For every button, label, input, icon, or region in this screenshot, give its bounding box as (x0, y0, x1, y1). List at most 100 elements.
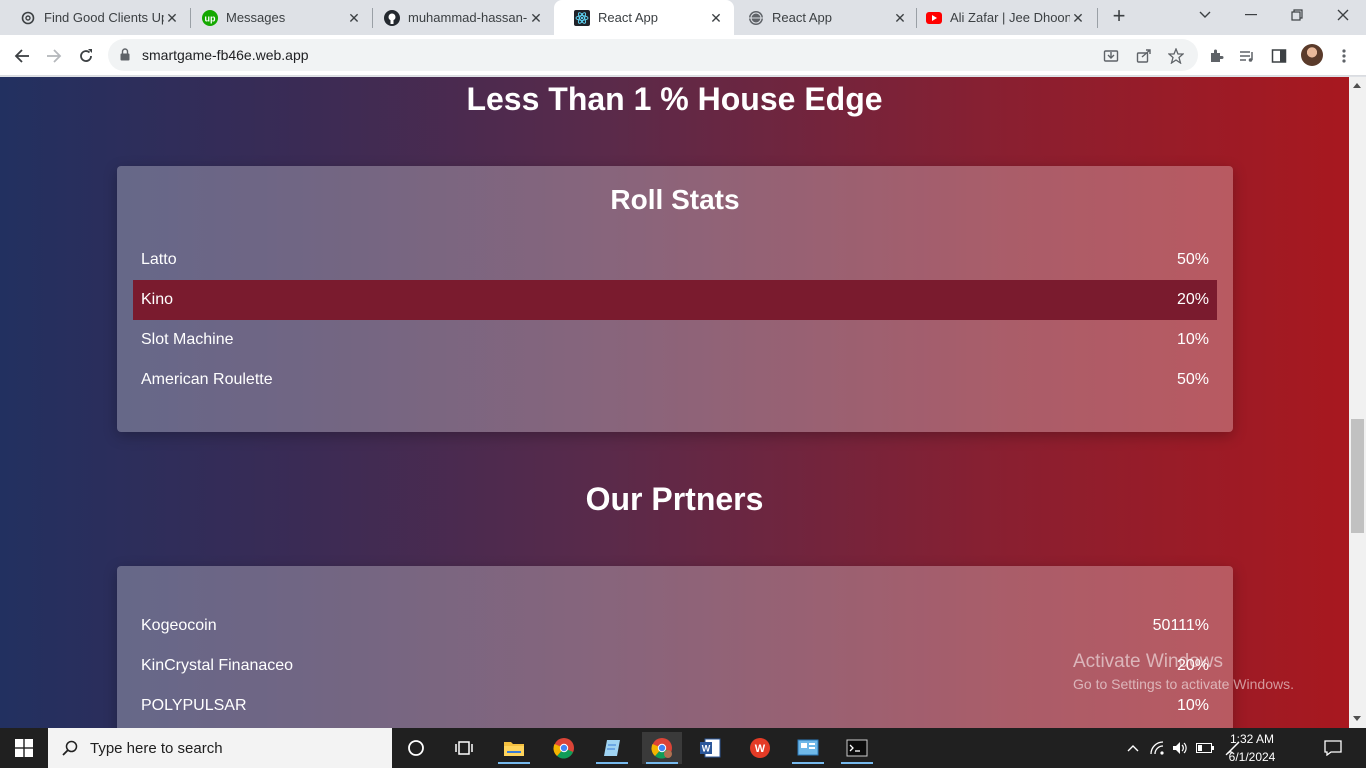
partner-row: Kogeocoin 50111% (133, 606, 1217, 646)
page-scrollbar[interactable] (1349, 77, 1366, 728)
forward-button[interactable] (41, 43, 67, 69)
chrome-profile-active-icon[interactable] (642, 732, 682, 764)
install-app-icon[interactable] (1098, 43, 1124, 69)
tab-title: Messages (226, 10, 286, 25)
svg-text:W: W (755, 743, 766, 755)
network-icon[interactable] (1148, 728, 1168, 768)
media-controls-icon[interactable] (1234, 43, 1260, 69)
roll-stats-title: Roll Stats (610, 184, 740, 215)
cortana-icon[interactable] (396, 732, 436, 764)
tab-react-app-active[interactable]: React App ✕ (554, 0, 734, 35)
extensions-icon[interactable] (1203, 43, 1229, 69)
close-tab-icon[interactable]: ✕ (708, 10, 724, 26)
openai-icon (20, 10, 36, 26)
address-bar[interactable]: smartgame-fb46e.web.app (108, 39, 1198, 71)
partner-row: KinCrystal Finanaceo 20% (133, 646, 1217, 686)
roll-stats-row: American Roulette 50% (133, 360, 1217, 400)
row-name: Kino (141, 291, 174, 308)
scroll-up-arrow[interactable] (1353, 83, 1361, 88)
notification-icon[interactable] (1322, 728, 1344, 768)
start-button[interactable] (4, 732, 44, 764)
tab-youtube[interactable]: Ali Zafar | Jee Dhoond ✕ (906, 0, 1096, 35)
restore-button[interactable] (1274, 0, 1320, 30)
clock-time: 1:32 AM (1229, 732, 1275, 746)
partner-name: POLYPULSAR (141, 697, 247, 714)
youtube-icon (926, 10, 942, 26)
wps-office-icon[interactable]: W (740, 732, 780, 764)
row-value: 50% (1176, 251, 1209, 268)
new-tab-button[interactable]: + (1107, 5, 1131, 29)
tab-search-icon[interactable] (1182, 0, 1228, 30)
word-icon[interactable]: W (690, 732, 730, 764)
windows-taskbar: Type here to search W W 1:32 AM 6/1/2024 (0, 728, 1366, 768)
partners-heading: Our Prtners (585, 481, 764, 517)
partner-name: KinCrystal Finanaceo (141, 657, 294, 674)
row-value: 10% (1176, 331, 1209, 348)
tab-title: React App (598, 10, 658, 25)
roll-stats-row: Slot Machine 10% (133, 320, 1217, 360)
tab-title: Find Good Clients Upw (44, 10, 164, 25)
tab-title: muhammad-hassan-m (408, 10, 528, 25)
control-panel-icon[interactable] (788, 732, 828, 764)
roll-stats-row-highlighted: Kino 20% (133, 280, 1217, 320)
row-name: Slot Machine (141, 331, 234, 348)
chevron-up-icon[interactable] (1124, 728, 1142, 768)
reload-button[interactable] (73, 43, 99, 69)
row-value: 20% (1176, 291, 1209, 308)
battery-icon[interactable] (1194, 728, 1216, 768)
bookmark-star-icon[interactable] (1163, 43, 1189, 69)
volume-icon[interactable] (1170, 728, 1190, 768)
partner-row: POLYPULSAR 10% (133, 686, 1217, 726)
globe-icon (748, 10, 764, 26)
activate-windows-title: Activate Windows (1073, 651, 1223, 672)
clock-date: 6/1/2024 (1228, 750, 1276, 764)
roll-stats-row: Latto 50% (133, 240, 1217, 280)
scrollbar-thumb[interactable] (1351, 419, 1364, 533)
partners-card: Kogeocoin 50111% KinCrystal Finanaceo 20… (117, 566, 1233, 728)
tab-find-good-clients[interactable]: Find Good Clients Upw ✕ (0, 0, 190, 35)
system-clock[interactable]: 1:32 AM 6/1/2024 (1220, 730, 1284, 766)
minimize-button[interactable] (1228, 0, 1274, 30)
close-tab-icon[interactable]: ✕ (164, 10, 180, 26)
upwork-icon: up (202, 9, 218, 26)
partner-value: 10% (1176, 697, 1209, 714)
taskbar-search[interactable]: Type here to search (48, 728, 392, 768)
tab-react-app[interactable]: React App ✕ (728, 0, 918, 35)
github-icon (384, 9, 400, 26)
search-icon (62, 740, 78, 756)
tab-title: Ali Zafar | Jee Dhoond (950, 10, 1070, 25)
activate-windows-subtitle: Go to Settings to activate Windows. (1073, 676, 1294, 692)
chrome-icon[interactable] (544, 732, 584, 764)
row-name: Latto (141, 251, 177, 268)
tab-github[interactable]: muhammad-hassan-m ✕ (364, 0, 554, 35)
svg-text:up: up (205, 13, 216, 23)
tab-title: React App (772, 10, 832, 25)
profile-avatar[interactable] (1301, 44, 1323, 66)
react-icon (574, 9, 590, 26)
side-panel-icon[interactable] (1266, 43, 1292, 69)
back-button[interactable] (9, 43, 35, 69)
tab-messages[interactable]: up Messages ✕ (182, 0, 372, 35)
notepad-icon[interactable] (592, 732, 632, 764)
share-icon[interactable] (1131, 43, 1157, 69)
row-name: American Roulette (141, 371, 273, 388)
close-window-button[interactable] (1320, 0, 1366, 30)
row-value: 50% (1176, 371, 1209, 388)
page-viewport: Less Than 1 % House Edge Roll Stats Latt… (0, 77, 1349, 728)
svg-text:W: W (702, 744, 711, 754)
tab-strip: Find Good Clients Upw ✕ up Messages ✕ mu… (0, 0, 1366, 35)
close-tab-icon[interactable]: ✕ (528, 10, 544, 26)
close-tab-icon[interactable]: ✕ (1070, 10, 1086, 26)
roll-stats-card: Roll Stats Latto 50% Kino 20% Slot Machi… (117, 166, 1233, 432)
file-explorer-icon[interactable] (494, 732, 534, 764)
menu-kebab-icon[interactable] (1331, 43, 1357, 69)
terminal-icon[interactable] (837, 732, 877, 764)
close-tab-icon[interactable]: ✕ (346, 10, 362, 26)
url-text: smartgame-fb46e.web.app (142, 47, 309, 63)
house-edge-heading: Less Than 1 % House Edge (466, 81, 883, 117)
search-placeholder: Type here to search (90, 739, 223, 757)
browser-toolbar: smartgame-fb46e.web.app (0, 35, 1366, 76)
partner-value: 50111% (1152, 617, 1209, 634)
scroll-down-arrow[interactable] (1353, 716, 1361, 721)
task-view-icon[interactable] (444, 732, 484, 764)
